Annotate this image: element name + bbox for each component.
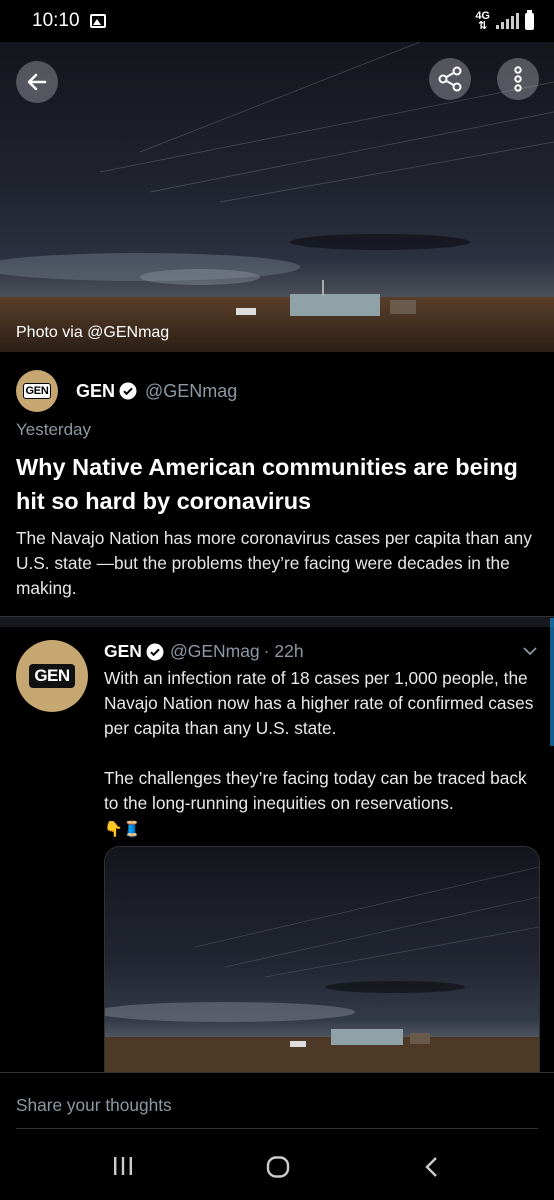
article-summary: The Navajo Nation has more coronavirus c…	[16, 528, 532, 598]
hero-image: Photo via @GENmag	[0, 42, 554, 352]
tweet-media[interactable]	[104, 846, 540, 1088]
tweet-emojis: 👇🧵	[104, 821, 142, 838]
share-button[interactable]	[429, 58, 471, 100]
reply-composer[interactable]: Share your thoughts	[0, 1072, 554, 1133]
signal-icon	[496, 13, 519, 29]
tweet-avatar[interactable]: GEN	[16, 640, 88, 712]
article-author-row[interactable]: GEN GEN @GENmag	[16, 370, 237, 412]
more-vertical-icon	[514, 66, 522, 92]
author-handle[interactable]: @GENmag	[145, 381, 237, 402]
home-icon[interactable]	[266, 1156, 290, 1178]
verified-badge-icon	[146, 643, 164, 660]
tweet-time: · 22h	[263, 641, 304, 661]
status-bar: 10:10 4G ⇅	[0, 0, 554, 42]
share-icon	[438, 66, 462, 92]
gallery-icon	[89, 14, 106, 28]
hero-photo	[0, 42, 554, 352]
article-date: Yesterday	[16, 420, 91, 439]
tweet-text: With an infection rate of 18 cases per 1…	[104, 666, 544, 842]
input-underline	[16, 1128, 538, 1129]
back-arrow-icon	[27, 73, 47, 91]
back-button[interactable]	[16, 61, 58, 103]
chevron-down-icon[interactable]	[522, 646, 538, 656]
author-name[interactable]: GEN	[76, 381, 115, 402]
reply-input[interactable]: Share your thoughts	[16, 1095, 172, 1116]
verified-badge-icon	[119, 382, 137, 400]
article-headline[interactable]: Why Native American communities are bein…	[16, 450, 536, 518]
status-time: 10:10	[32, 10, 80, 31]
tweet-handle[interactable]: @GENmag	[170, 641, 260, 662]
data-arrows-icon: 4G ⇅	[475, 10, 490, 32]
scrollbar[interactable]	[550, 618, 554, 746]
back-icon[interactable]	[424, 1156, 440, 1178]
tweet-author-name[interactable]: GEN	[104, 641, 142, 662]
battery-icon	[525, 9, 534, 30]
section-divider	[0, 616, 554, 627]
system-nav-bar	[0, 1132, 554, 1200]
recent-apps-icon[interactable]	[112, 1156, 134, 1176]
photo-credit: Photo via @GENmag	[16, 324, 170, 341]
tweet-header: GEN @GENmag · 22h	[104, 641, 304, 662]
author-avatar[interactable]: GEN	[16, 370, 58, 412]
tweet-photo	[105, 847, 539, 1087]
more-options-button[interactable]	[497, 58, 539, 100]
